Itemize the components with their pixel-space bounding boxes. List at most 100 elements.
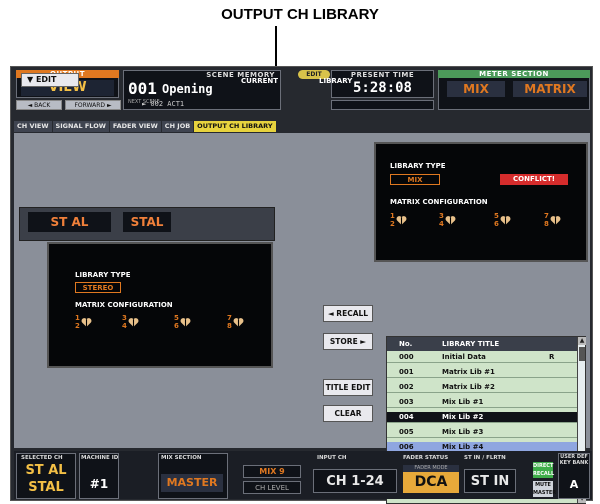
title-edit-button[interactable]: TITLE EDIT [323,379,373,396]
tab-bar: CH VIEW SIGNAL FLOW FADER VIEW CH JOB OU… [14,121,592,132]
selected-ch-short: STAL [28,480,64,495]
fader-mode-label: FADER MODE [403,465,459,472]
matrix-number: 7 [227,314,232,322]
matrix-number: 1 [75,314,80,322]
console-window: OUTPUT VIEW ◄ BACK FORWARD ► SCENE MEMOR… [10,66,593,504]
direct-recall-button[interactable]: DIRECT RECALL [533,462,554,478]
tab-ch-job[interactable]: CH JOB [161,121,194,132]
callout-title: OUTPUT CH LIBRARY [221,6,379,23]
stereo-link-icon [445,216,456,225]
library-cell-no: 003 [399,398,414,406]
input-ch-value[interactable]: CH 1-24 [313,469,397,493]
library-library-type-label: LIBRARY TYPE [390,162,446,170]
matrix-number: 6 [174,322,179,330]
library-config-box: LIBRARY TYPE MIX CONFLICT! MATRIX CONFIG… [374,142,588,262]
library-matrix-pair-5-6: 56 [494,212,516,228]
library-cell-flag: R [549,353,555,361]
matrix-number: 2 [75,322,80,330]
fader-status-label: FADER STATUS [403,455,449,461]
selected-ch-label: SELECTED CH [21,455,63,461]
current-matrix-pair-1-2: 12 [75,314,97,330]
column-header-no: No. [399,340,413,348]
current-matrix-pair-3-4: 34 [122,314,144,330]
matrix-number: 4 [122,322,127,330]
current-label: CURRENT [241,77,279,85]
stin-label: ST IN / FLRTN [464,455,506,461]
matrix-number: 3 [439,212,444,220]
mix-section-label: MIX SECTION [161,455,202,461]
library-cell-no: 002 [399,383,414,391]
recall-button[interactable]: ◄ RECALL [323,305,373,322]
mix-section-value[interactable]: MASTER [161,474,223,492]
stereo-link-icon [500,216,511,225]
library-row[interactable]: 005 Mix Lib #3 [387,427,577,438]
meter-section-label: METER SECTION [438,70,590,78]
library-matrix-config-label: MATRIX CONFIGURATION [390,198,488,206]
matrix-number: 6 [494,220,499,228]
library-cell-title: Mix Lib #2 [442,413,484,421]
column-header-title: LIBRARY TITLE [442,340,500,348]
matrix-number: 4 [439,220,444,228]
ch-level-button[interactable]: CH LEVEL [243,481,301,494]
input-ch-label: INPUT CH [317,455,347,461]
meter-matrix-button[interactable]: MATRIX [513,81,587,97]
matrix-number: 2 [390,220,395,228]
library-matrix-pair-3-4: 34 [439,212,461,228]
library-row[interactable]: 000 Initial Data R [387,352,577,363]
scene-number: 001 [128,79,157,98]
forward-button[interactable]: FORWARD ► [65,100,121,110]
current-library-type-label: LIBRARY TYPE [75,271,131,279]
current-matrix-config-label: MATRIX CONFIGURATION [75,301,173,309]
library-cell-no: 001 [399,368,414,376]
selected-ch-name: ST AL [25,463,67,478]
clear-button[interactable]: CLEAR [323,405,373,422]
scroll-thumb[interactable] [579,347,585,361]
matrix-number: 1 [390,212,395,220]
stereo-link-icon [81,318,92,327]
matrix-number: 5 [494,212,499,220]
library-cell-no: 000 [399,353,414,361]
library-matrix-pair-1-2: 12 [390,212,412,228]
stereo-link-icon [128,318,139,327]
library-row[interactable]: 001 Matrix Lib #1 [387,367,577,378]
matrix-number: 5 [174,314,179,322]
matrix-number: 3 [122,314,127,322]
library-cell-title: Mix Lib #1 [442,398,484,406]
library-cell-title: Matrix Lib #2 [442,383,495,391]
current-matrix-pair-5-6: 56 [174,314,196,330]
edit-button[interactable]: ▼ EDIT [21,73,79,87]
current-library-type-value: STEREO [75,282,121,293]
library-cell-no: 004 [399,413,414,421]
matrix-number: 7 [544,212,549,220]
library-cell-title: Initial Data [442,353,486,361]
tab-fader-view[interactable]: FADER VIEW [109,121,161,132]
tab-output-ch-library[interactable]: OUTPUT CH LIBRARY [194,121,276,132]
machine-id-label: MACHINE ID [81,455,119,461]
library-list-header: No. LIBRARY TITLE [387,337,577,351]
meter-mix-button[interactable]: MIX [447,81,505,97]
user-def-label: USER DEF KEY BANK [559,454,589,466]
library-cell-title: Mix Lib #3 [442,428,484,436]
current-matrix-pair-7-8: 78 [227,314,249,330]
user-def-bank: A [569,478,579,491]
library-row[interactable]: 003 Mix Lib #1 [387,397,577,408]
library-row[interactable]: 002 Matrix Lib #2 [387,382,577,393]
fader-status-value[interactable]: DCA [403,472,459,493]
stereo-link-icon [180,318,191,327]
library-row[interactable]: 004 Mix Lib #2 [387,412,577,423]
tab-ch-view[interactable]: CH VIEW [14,121,52,132]
matrix-number: 8 [227,322,232,330]
edit-button-label: EDIT [35,75,57,84]
library-cell-title: Matrix Lib #1 [442,368,495,376]
library-cell-no: 006 [399,443,414,451]
mute-master-button[interactable]: MUTE MASTER [533,481,556,497]
tab-signal-flow[interactable]: SIGNAL FLOW [52,121,109,132]
scroll-up-icon[interactable]: ▲ [578,337,586,345]
mix-select[interactable]: MIX 9 [243,465,301,478]
channel-short-name[interactable]: STAL [123,212,171,232]
back-button[interactable]: ◄ BACK [16,100,62,110]
channel-name[interactable]: ST AL [28,212,111,232]
time-sub-field [331,100,434,110]
store-button[interactable]: STORE ► [323,333,373,350]
stin-value[interactable]: ST IN [464,469,516,493]
